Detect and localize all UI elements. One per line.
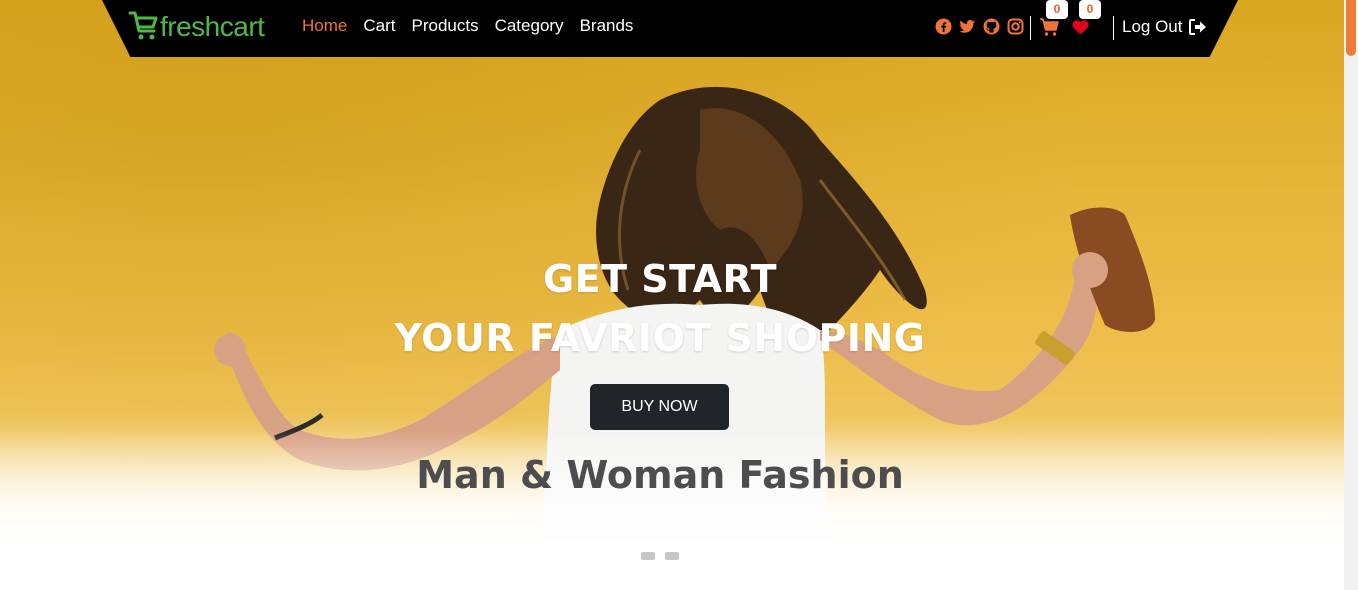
cart-button[interactable]: [1039, 18, 1059, 40]
nav-divider: [1113, 16, 1114, 40]
cart-count-badge: 0: [1046, 0, 1068, 19]
nav-link-home[interactable]: Home: [302, 16, 347, 36]
nav-links: Home Cart Products Category Brands: [302, 16, 649, 36]
carousel-indicators: [641, 552, 679, 560]
logout-label: Log Out: [1122, 17, 1183, 36]
heart-icon: [1072, 20, 1089, 35]
carousel-dot-2[interactable]: [665, 552, 679, 560]
nav-link-products[interactable]: Products: [411, 16, 478, 36]
carousel-dot-1[interactable]: [641, 552, 655, 560]
nav-divider: [1030, 16, 1031, 40]
wishlist-button[interactable]: [1072, 20, 1089, 39]
nav-link-cart[interactable]: Cart: [363, 16, 395, 36]
page-scrollbar[interactable]: [1344, 0, 1358, 590]
logout-button[interactable]: Log Out: [1122, 17, 1207, 37]
hero-headline-2: YOUR FAVRIOT SHOPING: [394, 316, 926, 360]
facebook-icon[interactable]: [935, 18, 952, 35]
instagram-icon[interactable]: [1007, 18, 1024, 35]
brand-name: freshcart: [160, 11, 265, 42]
cart-icon: [1040, 18, 1059, 36]
social-links: [935, 18, 1024, 35]
hero-tagline: Man & Woman Fashion: [416, 453, 904, 497]
nav-link-category[interactable]: Category: [495, 16, 564, 36]
buy-now-button[interactable]: BUY NOW: [590, 384, 729, 430]
nav-link-brands[interactable]: Brands: [580, 16, 634, 36]
github-icon[interactable]: [983, 18, 1000, 35]
twitter-icon[interactable]: [959, 18, 976, 35]
cart-icon: [128, 9, 158, 45]
scrollbar-thumb[interactable]: [1346, 0, 1356, 56]
brand-logo[interactable]: freshcart: [128, 9, 265, 45]
wishlist-count-badge: 0: [1079, 0, 1101, 19]
logout-icon: [1188, 19, 1206, 35]
hero-headline-1: GET START: [542, 257, 778, 301]
